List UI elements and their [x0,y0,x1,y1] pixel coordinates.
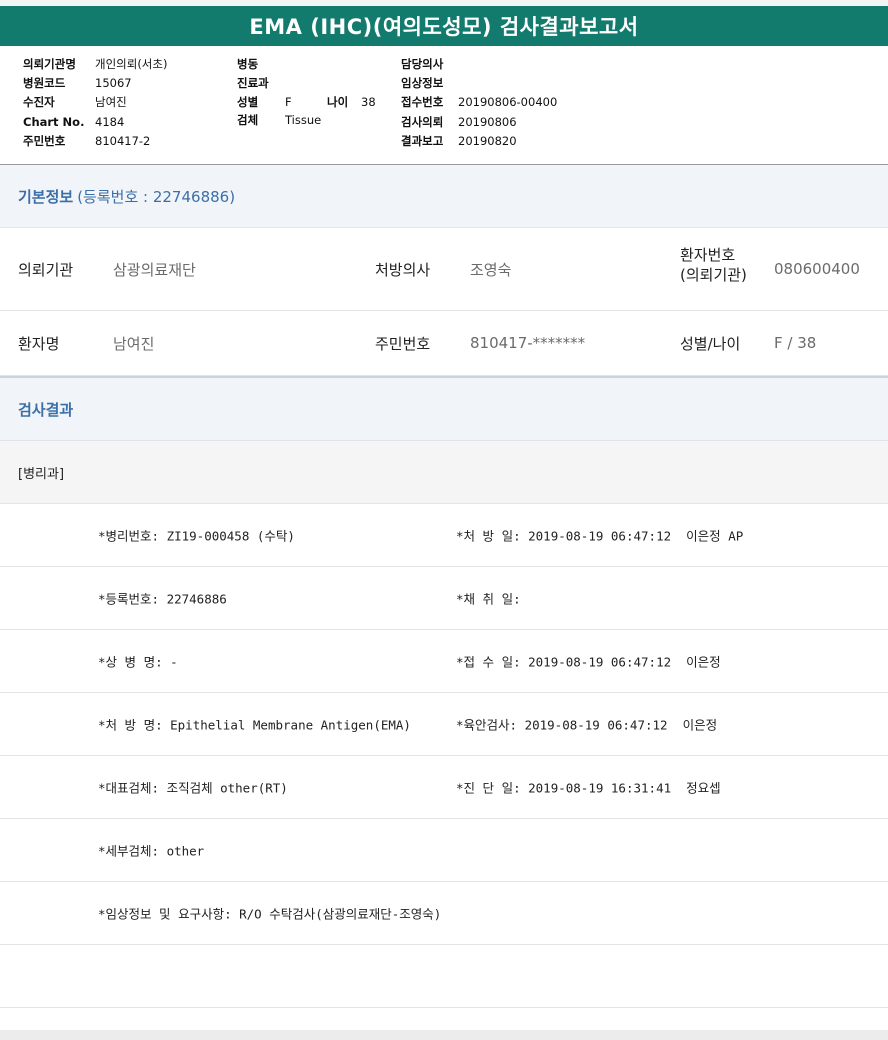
header-value: 4184 [95,114,125,129]
info-value: F / 38 [774,334,817,352]
department-row: [병리과] [0,441,888,504]
report-title: EMA (IHC)(여의도성모) 검사결과보고서 [0,6,888,46]
info-value: 삼광의료재단 [113,260,196,279]
header-label: 성별 [237,94,259,109]
result-left: *상 병 명: - [98,654,178,670]
header-label: 검사의뢰 [401,114,444,129]
result-row: *대표검체: 조직검체 other(RT) *진 단 일: 2019-08-19… [0,756,888,819]
result-right: *채 취 일: [456,591,521,607]
result-left: *병리번호: ZI19-000458 (수탁) [98,528,295,544]
result-left: *임상정보 및 요구사항: R/O 수탁검사(삼광의료재단-조영숙) [98,906,442,922]
info-value: 남여진 [113,334,155,353]
info-label: 성별/나이 [680,334,741,353]
header-value: 15067 [95,75,132,90]
header-row-hospital-code: 병원코드 15067 [23,73,132,92]
header-value: 개인의뢰(서초) [95,56,168,71]
header-value: 20190806 [458,114,517,129]
header-label: Chart No. [23,114,85,129]
result-right: *접 수 일: 2019-08-19 06:47:12 이은정 [456,654,721,670]
header-label: 병원코드 [23,75,66,90]
result-left: *등록번호: 22746886 [98,591,227,607]
header-value: 20190806-00400 [458,94,558,109]
result-row: *등록번호: 22746886 *채 취 일: [0,567,888,630]
header-label: 수진자 [23,94,55,109]
result-row [0,945,888,1008]
registration-number: (등록번호 : 22746886) [77,187,236,206]
header-row-ward: 병동 [237,54,258,73]
info-value: 080600400 [774,260,860,278]
header-label: 검체 [237,112,259,127]
info-label: 환자번호 (의뢰기관) [680,245,747,285]
header-value: 20190820 [458,133,517,148]
result-left: *처 방 명: Epithelial Membrane Antigen(EMA) [98,717,411,733]
result-row: *병리번호: ZI19-000458 (수탁) *처 방 일: 2019-08-… [0,504,888,567]
header-value: 810417-2 [95,133,151,148]
basic-info-title: 기본정보 [18,187,74,206]
result-right: *처 방 일: 2019-08-19 06:47:12 이은정 AP [456,528,744,544]
header-row-sex-age: 성별 F 나이 38 [237,92,376,111]
header-value: Tissue [285,112,322,127]
result-right: *진 단 일: 2019-08-19 16:31:41 정요셉 [456,780,721,796]
result-row: *세부검체: other [0,819,888,882]
header-row-institution: 의뢰기관명 개인의뢰(서초) [23,54,167,73]
header-label: 주민번호 [23,133,66,148]
header-row-dept: 진료과 [237,73,269,92]
result-row: *상 병 명: - *접 수 일: 2019-08-19 06:47:12 이은… [0,630,888,693]
header-row-specimen: 검체 Tissue [237,110,321,129]
header-row-patient: 수진자 남여진 [23,92,127,111]
header-value: F [285,94,292,109]
header-row-request-date: 검사의뢰 20190806 [401,112,517,131]
header-row-doctor: 담당의사 [401,54,458,73]
results-heading: 검사결과 [0,376,888,441]
info-label-line: 환자번호 [680,246,736,264]
info-label: 환자명 [18,334,60,353]
info-label: 의뢰기관 [18,260,74,279]
header-row-accession: 접수번호 20190806-00400 [401,92,557,111]
header-value: 38 [361,94,376,109]
info-label-line: (의뢰기관) [680,266,747,284]
result-left: *세부검체: other [98,843,205,859]
basic-info-row-2: 환자명 남여진 주민번호 810417-******* 성별/나이 F / 38 [0,311,888,376]
header-row-id-number: 주민번호 810417-2 [23,131,150,150]
header-label: 의뢰기관명 [23,56,76,71]
result-left: *대표검체: 조직검체 other(RT) [98,780,288,796]
info-label: 처방의사 [375,260,431,279]
header-label: 접수번호 [401,94,444,109]
basic-info-row-1: 의뢰기관 삼광의료재단 처방의사 조영숙 환자번호 (의뢰기관) 0806004… [0,228,888,311]
horizontal-scrollbar[interactable] [0,1030,888,1040]
header-label: 진료과 [237,75,269,90]
result-row: *처 방 명: Epithelial Membrane Antigen(EMA)… [0,693,888,756]
basic-info-heading: 기본정보 (등록번호 : 22746886) [0,165,888,228]
header-row-report-date: 결과보고 20190820 [401,131,517,150]
header-row-chart-no: Chart No. 4184 [23,112,124,131]
result-right: *육안검사: 2019-08-19 06:47:12 이은정 [456,717,718,733]
header-label: 병동 [237,56,259,71]
result-row: *임상정보 및 요구사항: R/O 수탁검사(삼광의료재단-조영숙) [0,882,888,945]
header-label: 나이 [327,94,349,109]
info-value: 810417-******* [470,334,586,352]
header-label: 결과보고 [401,133,444,148]
header-row-clinical-info: 임상정보 [401,73,458,92]
info-value: 조영숙 [470,260,512,279]
info-label: 주민번호 [375,334,431,353]
header-value: 남여진 [95,94,127,109]
report-header: 의뢰기관명 개인의뢰(서초) 병원코드 15067 수진자 남여진 Chart … [0,46,888,165]
header-label: 임상정보 [401,75,444,90]
header-label: 담당의사 [401,56,444,71]
